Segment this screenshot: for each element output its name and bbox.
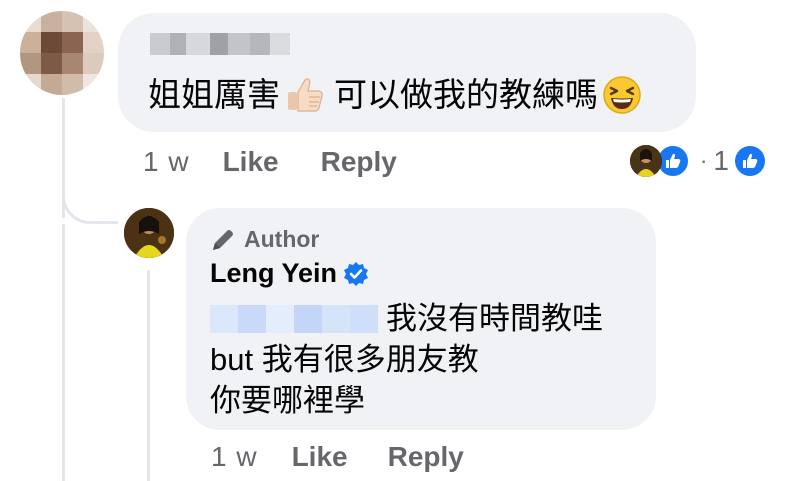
reply-line-1-text: 我沒有時間教哇 — [386, 301, 603, 336]
thread-line-reply — [147, 270, 150, 481]
comment-text: 姐姐厲害 可以做我的教練嗎 — [148, 73, 642, 117]
thread-line-lower — [62, 224, 65, 481]
thread-curve — [62, 180, 118, 224]
reply-line-2: but 我有很多朋友教 — [210, 342, 479, 377]
reply-author-row: Leng Yein — [210, 258, 369, 289]
comment-actions: 1 w Like Reply — [143, 146, 397, 178]
comment-text-part1: 姐姐厲害 — [148, 76, 280, 113]
reply-timestamp[interactable]: 1 w — [211, 441, 258, 473]
commenter-name-redacted[interactable] — [150, 33, 290, 55]
comment-bubble: 姐姐厲害 可以做我的教練嗎 — [118, 13, 696, 132]
comment-reply-button[interactable]: Reply — [321, 146, 397, 178]
like-reaction-icon — [734, 146, 765, 176]
mention-redacted[interactable] — [210, 304, 378, 333]
author-badge: Author — [210, 226, 319, 253]
reply-line-3: 你要哪裡學 — [210, 383, 365, 418]
thumbs-up-icon — [284, 74, 326, 116]
pencil-icon — [210, 227, 236, 253]
reaction-count: 1 — [713, 145, 729, 176]
commenter-avatar[interactable] — [20, 11, 104, 95]
grin-icon — [602, 75, 642, 115]
reply-actions: 1 w Like Reply — [211, 441, 464, 473]
comment-like-button[interactable]: Like — [223, 146, 279, 178]
reply-reply-button[interactable]: Reply — [388, 441, 464, 473]
reply-bubble: Author Leng Yein 我沒有時間教哇 but 我有很多朋友教 你要哪… — [186, 208, 656, 430]
comment-text-part2: 可以做我的教練嗎 — [334, 76, 598, 113]
comment-reactions[interactable]: · 1 — [630, 144, 765, 178]
reaction-separator: · — [700, 148, 708, 173]
reply-line-1: 我沒有時間教哇 — [210, 298, 603, 339]
author-badge-label: Author — [244, 226, 320, 252]
verified-icon — [343, 261, 369, 287]
author-avatar[interactable] — [124, 208, 174, 258]
reply-author-name[interactable]: Leng Yein — [210, 258, 337, 289]
reactor-avatar — [630, 145, 662, 177]
reply-like-button[interactable]: Like — [292, 441, 348, 473]
comment-timestamp[interactable]: 1 w — [143, 146, 190, 178]
reply-text: 我沒有時間教哇 but 我有很多朋友教 你要哪裡學 — [210, 298, 603, 421]
